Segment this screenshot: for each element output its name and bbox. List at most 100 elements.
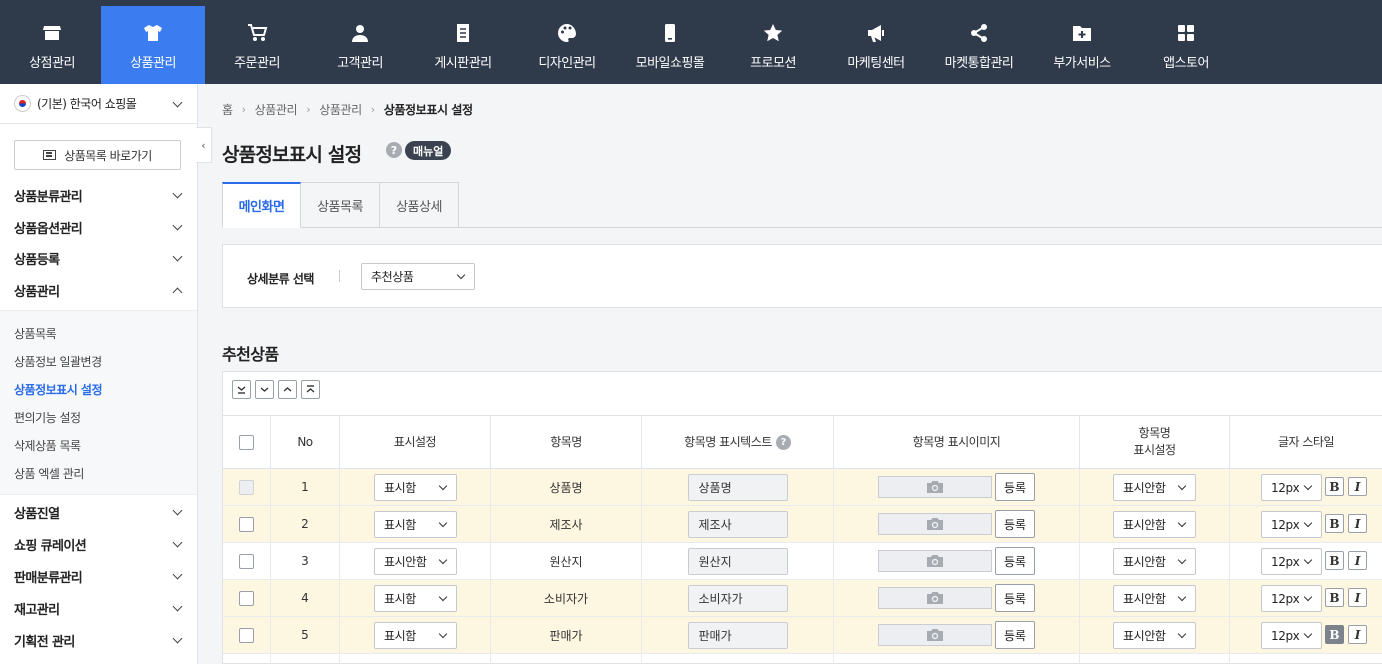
- sidebar-menu-0[interactable]: 상품분류관리: [0, 179, 197, 211]
- nav-item-folder-plus[interactable]: 부가서비스: [1030, 6, 1134, 84]
- sidebar-subitem-2[interactable]: 상품정보표시 설정: [14, 381, 103, 398]
- sidebar-menu-bottom-2[interactable]: 판매분류관리: [0, 560, 197, 592]
- display-text-input[interactable]: 판매가: [687, 621, 788, 649]
- display-setting-cell: 표시함: [340, 617, 491, 653]
- display-text-input[interactable]: 상품명: [687, 473, 788, 501]
- sidebar-menu-bottom-3[interactable]: 재고관리: [0, 592, 197, 624]
- help-icon[interactable]: ?: [386, 142, 402, 158]
- row-checkbox[interactable]: [239, 590, 254, 606]
- display-image-cell: 등록: [834, 543, 1080, 579]
- bold-button[interactable]: B: [1325, 514, 1344, 533]
- column-header-label: 항목명 표시이미지: [912, 434, 1001, 449]
- register-image-button[interactable]: 등록: [995, 547, 1035, 575]
- nav-item-person[interactable]: 고객관리: [308, 6, 412, 84]
- table-row: [223, 654, 1382, 664]
- display-setting-select[interactable]: 표시함: [374, 622, 457, 649]
- display-setting-cell: 표시함: [340, 506, 491, 542]
- chevron-up-icon: [172, 287, 183, 298]
- sidebar-subitem-3[interactable]: 편의기능 설정: [14, 409, 81, 426]
- nav-item-label: 상점관리: [29, 56, 75, 71]
- nav-item-share[interactable]: 마켓통합관리: [927, 6, 1031, 84]
- help-icon[interactable]: ?: [775, 434, 791, 450]
- sidebar-subitem-5[interactable]: 상품 엑셀 관리: [14, 465, 84, 482]
- sidebar-menu-bottom-1[interactable]: 쇼핑 큐레이션: [0, 528, 197, 560]
- star-icon: [762, 22, 784, 44]
- italic-button[interactable]: I: [1348, 551, 1367, 570]
- font-size-select[interactable]: 12px: [1261, 622, 1322, 649]
- register-image-button[interactable]: 등록: [995, 473, 1035, 501]
- tab-main-screen[interactable]: 메인화면: [222, 182, 301, 228]
- store-icon: [41, 22, 63, 44]
- item-name: 상품명: [491, 469, 642, 505]
- sidebar-menu-3[interactable]: 상품관리: [0, 274, 197, 306]
- italic-button[interactable]: I: [1348, 588, 1367, 607]
- display-text-input[interactable]: 제조사: [687, 510, 788, 538]
- font-size-select[interactable]: 12px: [1261, 474, 1322, 501]
- italic-button[interactable]: I: [1348, 477, 1367, 496]
- sidebar: (기본) 한국어 쇼핑몰상품목록 바로가기상품분류관리 상품옵션관리 상품등록 상품관…: [0, 84, 198, 664]
- breadcrumb-home[interactable]: 홈: [222, 101, 233, 118]
- select-all-checkbox[interactable]: [239, 434, 254, 450]
- row-checkbox[interactable]: [239, 553, 254, 569]
- nav-item-mobile[interactable]: 모바일쇼핑몰: [618, 6, 722, 84]
- display-setting-select[interactable]: 표시함: [374, 474, 457, 501]
- italic-button[interactable]: I: [1348, 625, 1367, 644]
- category-select[interactable]: 추천상품: [361, 263, 475, 290]
- register-image-button[interactable]: 등록: [995, 510, 1035, 538]
- nav-item-document[interactable]: 게시판관리: [411, 6, 515, 84]
- name-display-select[interactable]: 표시안함: [1113, 511, 1196, 538]
- sidebar-subitem-4[interactable]: 삭제상품 목록: [14, 437, 81, 454]
- nav-item-star[interactable]: 프로모션: [721, 6, 825, 84]
- nav-item-tshirt[interactable]: 상품관리: [101, 6, 205, 84]
- nav-item-megaphone[interactable]: 마케팅센터: [824, 6, 928, 84]
- move-up-button[interactable]: [278, 380, 297, 399]
- megaphone-icon: [865, 22, 887, 44]
- display-setting-select[interactable]: 표시함: [374, 585, 457, 612]
- nav-item-palette[interactable]: 디자인관리: [515, 6, 619, 84]
- nav-item-apps-grid[interactable]: 앱스토어: [1134, 6, 1238, 84]
- sidebar-menu-bottom-0[interactable]: 상품진열: [0, 496, 197, 528]
- move-down-button[interactable]: [255, 380, 274, 399]
- tab-product-detail[interactable]: 상품상세: [380, 182, 459, 228]
- font-size-select[interactable]: 12px: [1261, 511, 1322, 538]
- chevron-down-icon: [172, 505, 183, 516]
- manual-button[interactable]: 매뉴얼: [405, 141, 452, 160]
- move-to-top-button[interactable]: [301, 380, 320, 399]
- move-to-bottom-button[interactable]: [232, 380, 251, 399]
- display-setting-select[interactable]: 표시안함: [374, 548, 457, 575]
- nav-item-cart[interactable]: 주문관리: [205, 6, 309, 84]
- name-display-select[interactable]: 표시안함: [1113, 474, 1196, 501]
- sidebar-menu-1[interactable]: 상품옵션관리: [0, 211, 197, 243]
- display-text-input[interactable]: 소비자가: [687, 584, 788, 612]
- name-display-select[interactable]: 표시안함: [1113, 548, 1196, 575]
- sidebar-subitem-0[interactable]: 상품목록: [14, 325, 57, 342]
- nav-item-store[interactable]: 상점관리: [0, 6, 104, 84]
- bold-button[interactable]: B: [1325, 588, 1344, 607]
- row-checkbox[interactable]: [239, 627, 254, 643]
- font-size-select[interactable]: 12px: [1261, 585, 1322, 612]
- breadcrumb-product-mgmt[interactable]: 상품관리: [255, 101, 298, 118]
- bold-button[interactable]: B: [1325, 551, 1344, 570]
- name-display-select[interactable]: 표시안함: [1113, 585, 1196, 612]
- font-size-select[interactable]: 12px: [1261, 548, 1322, 575]
- mall-selector[interactable]: (기본) 한국어 쇼핑몰: [0, 84, 197, 124]
- chevron-up-icon: [283, 387, 292, 392]
- display-setting-select[interactable]: 표시함: [374, 511, 457, 538]
- product-list-shortcut-button[interactable]: 상품목록 바로가기: [14, 140, 181, 170]
- italic-button[interactable]: I: [1348, 514, 1367, 533]
- bold-button[interactable]: B: [1325, 625, 1344, 644]
- sidebar-subitem-1[interactable]: 상품정보 일괄변경: [14, 353, 102, 370]
- item-name: 판매가: [491, 617, 642, 653]
- row-checkbox[interactable]: [239, 516, 254, 532]
- sidebar-menu-2[interactable]: 상품등록: [0, 242, 197, 274]
- bold-button[interactable]: B: [1325, 477, 1344, 496]
- register-image-button[interactable]: 등록: [995, 621, 1035, 649]
- tab-product-list[interactable]: 상품목록: [301, 182, 380, 228]
- register-image-button[interactable]: 등록: [995, 584, 1035, 612]
- row-select-cell: [223, 654, 271, 664]
- sidebar-menu-bottom-4[interactable]: 기획전 관리: [0, 624, 197, 656]
- cart-icon: [246, 22, 268, 44]
- display-text-input[interactable]: 원산지: [687, 547, 788, 575]
- name-display-select[interactable]: 표시안함: [1113, 622, 1196, 649]
- breadcrumb-product-mgmt-sub[interactable]: 상품관리: [319, 101, 362, 118]
